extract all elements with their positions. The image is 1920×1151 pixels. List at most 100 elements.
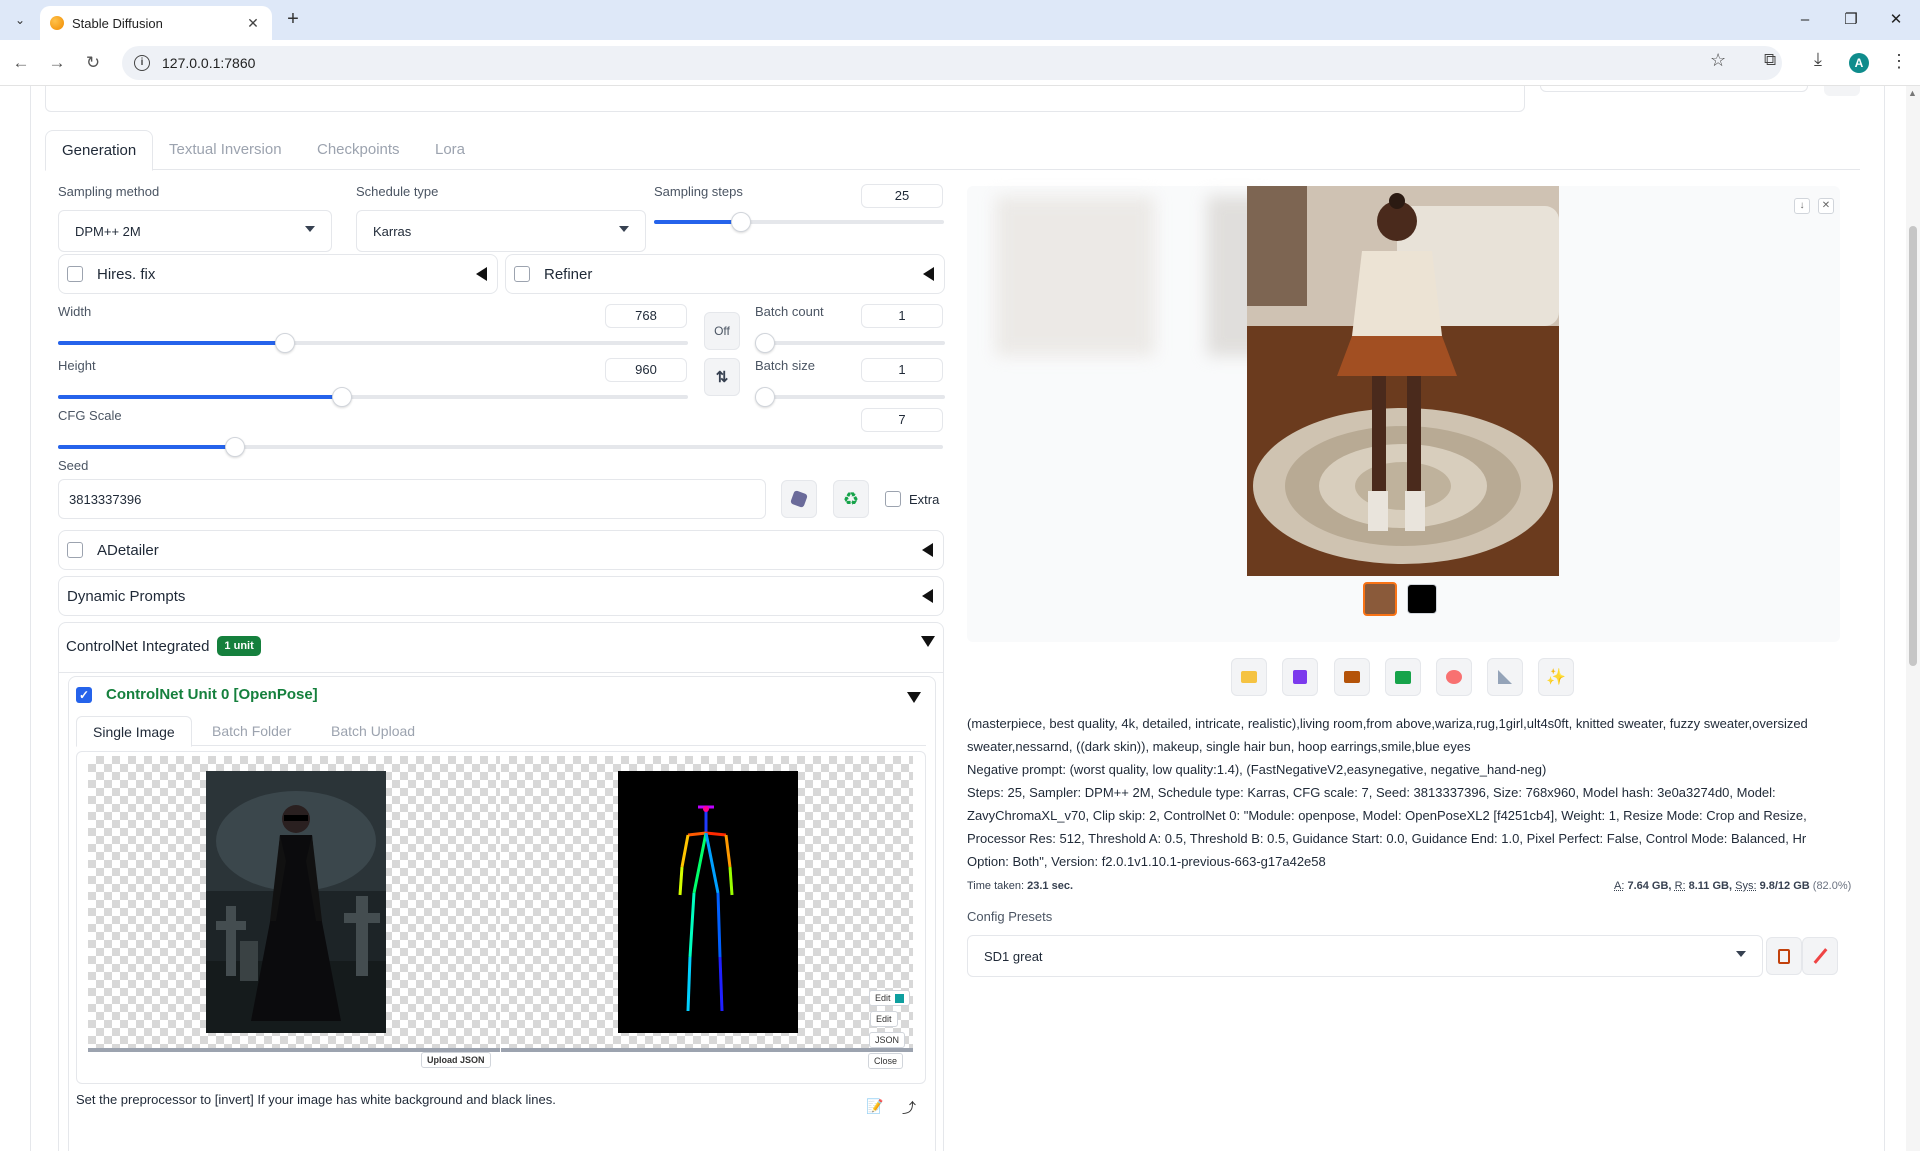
expand-triangle-icon[interactable] bbox=[907, 692, 921, 703]
aspect-ratio-off-button[interactable]: Off bbox=[704, 312, 740, 350]
send-dimensions-icon[interactable]: 📝 bbox=[866, 1098, 883, 1115]
extra-checkbox[interactable] bbox=[885, 491, 901, 507]
swap-dimensions-button[interactable]: ⇅ bbox=[704, 358, 740, 396]
open-folder-button[interactable] bbox=[1231, 658, 1267, 696]
extensions-icon[interactable]: ⧉ bbox=[1764, 50, 1776, 70]
forward-icon[interactable]: → bbox=[44, 50, 70, 76]
info-parameters: Steps: 25, Sampler: DPM++ 2M, Schedule t… bbox=[967, 785, 1807, 869]
pose-preview-canvas[interactable] bbox=[501, 756, 913, 1048]
save-button[interactable] bbox=[1282, 658, 1318, 696]
more-menu-icon[interactable]: ⋮ bbox=[1890, 51, 1908, 72]
slider-thumb[interactable] bbox=[731, 212, 751, 232]
collapse-triangle-icon[interactable] bbox=[476, 267, 487, 281]
edit-pose-button[interactable]: Edit bbox=[869, 990, 911, 1006]
width-slider[interactable] bbox=[58, 333, 688, 353]
generated-image[interactable] bbox=[1247, 186, 1559, 576]
cfg-scale-slider[interactable] bbox=[58, 437, 943, 457]
close-button[interactable]: Close bbox=[868, 1053, 904, 1069]
tab-batch-folder[interactable]: Batch Folder bbox=[212, 716, 291, 746]
tab-generation[interactable]: Generation bbox=[45, 130, 154, 171]
sparkle-button[interactable]: ✨ bbox=[1538, 658, 1574, 696]
zip-button[interactable] bbox=[1334, 658, 1370, 696]
refiner-accordion[interactable]: Refiner bbox=[505, 254, 945, 294]
close-image-icon[interactable]: ✕ bbox=[1818, 198, 1834, 214]
collapse-triangle-icon[interactable] bbox=[923, 267, 934, 281]
address-bar[interactable]: i 127.0.0.1:7860 bbox=[122, 46, 1782, 80]
width-input[interactable]: 768 bbox=[605, 304, 687, 328]
hires-fix-accordion[interactable]: Hires. fix bbox=[58, 254, 498, 294]
seed-input[interactable]: 3813337396 bbox=[58, 479, 766, 519]
restore-icon[interactable]: ❐ bbox=[1836, 8, 1866, 32]
collapse-triangle-icon[interactable] bbox=[922, 589, 933, 603]
flip-icon[interactable]: ⤴ bbox=[902, 1098, 916, 1118]
slider-thumb[interactable] bbox=[225, 437, 245, 457]
controlnet-header[interactable]: ControlNet Integrated 1 unit bbox=[66, 632, 261, 660]
send-to-inpaint-button[interactable] bbox=[1436, 658, 1472, 696]
thumbnail-pose[interactable] bbox=[1407, 584, 1437, 614]
cfg-scale-input[interactable]: 7 bbox=[861, 408, 943, 432]
prompt-textarea[interactable] bbox=[45, 86, 1525, 112]
tab-checkpoints[interactable]: Checkpoints bbox=[301, 130, 416, 170]
reuse-seed-button[interactable]: ♻ bbox=[833, 480, 869, 518]
back-icon[interactable]: ← bbox=[8, 50, 34, 76]
edit-button[interactable]: Edit bbox=[870, 1011, 898, 1027]
upload-json-button[interactable]: Upload JSON bbox=[421, 1052, 491, 1068]
refiner-checkbox[interactable] bbox=[514, 266, 530, 282]
edit-preset-button[interactable] bbox=[1802, 937, 1838, 975]
thumbnail-image[interactable] bbox=[1363, 582, 1397, 616]
send-to-extras-button[interactable] bbox=[1487, 658, 1523, 696]
slider-thumb[interactable] bbox=[274, 333, 295, 353]
bookmark-star-icon[interactable]: ☆ bbox=[1710, 50, 1726, 71]
sampling-steps-input[interactable]: 25 bbox=[861, 184, 943, 208]
input-image-canvas[interactable] bbox=[88, 756, 500, 1048]
close-tab-icon[interactable]: ✕ bbox=[244, 15, 262, 32]
close-window-icon[interactable]: ✕ bbox=[1881, 8, 1911, 32]
download-image-icon[interactable]: ↓ bbox=[1794, 198, 1810, 214]
site-info-icon[interactable]: i bbox=[134, 55, 150, 71]
json-button[interactable]: JSON bbox=[869, 1032, 906, 1048]
url-text[interactable]: 127.0.0.1:7860 bbox=[162, 55, 255, 71]
adetailer-accordion[interactable]: ADetailer bbox=[58, 530, 944, 570]
dynamic-prompts-accordion[interactable]: Dynamic Prompts bbox=[58, 576, 944, 616]
send-to-img2img-button[interactable] bbox=[1385, 658, 1421, 696]
adetailer-checkbox[interactable] bbox=[67, 542, 83, 558]
batch-count-slider[interactable] bbox=[755, 333, 945, 353]
tab-lora[interactable]: Lora bbox=[419, 130, 481, 170]
config-presets-dropdown[interactable]: SD1 great bbox=[967, 935, 1763, 977]
expand-triangle-icon[interactable] bbox=[921, 636, 935, 647]
dice-icon bbox=[790, 490, 808, 508]
clipboard-button[interactable] bbox=[1766, 937, 1802, 975]
extra-seed-option[interactable]: Extra bbox=[885, 491, 939, 507]
slider-thumb[interactable] bbox=[755, 333, 775, 353]
sampling-steps-slider[interactable] bbox=[654, 212, 944, 232]
schedule-type-dropdown[interactable]: Karras bbox=[356, 210, 646, 252]
collapse-triangle-icon[interactable] bbox=[922, 543, 933, 557]
browser-tab-active[interactable]: Stable Diffusion ✕ bbox=[40, 6, 272, 40]
batch-count-input[interactable]: 1 bbox=[861, 304, 943, 328]
profile-avatar[interactable]: A bbox=[1849, 53, 1869, 73]
seed-value: 3813337396 bbox=[69, 491, 142, 507]
new-tab-button[interactable]: + bbox=[282, 9, 304, 31]
tab-textual-inversion[interactable]: Textual Inversion bbox=[153, 130, 298, 170]
hires-fix-checkbox[interactable] bbox=[67, 266, 83, 282]
reload-icon[interactable]: ↻ bbox=[80, 50, 106, 76]
unit-enabled-checkbox[interactable]: ✓ bbox=[76, 686, 92, 703]
tab-batch-upload[interactable]: Batch Upload bbox=[331, 716, 415, 746]
scroll-up-icon[interactable]: ▲ bbox=[1908, 88, 1917, 98]
height-slider[interactable] bbox=[58, 387, 688, 407]
slider-thumb[interactable] bbox=[331, 387, 352, 407]
tab-single-image[interactable]: Single Image bbox=[76, 716, 192, 747]
tab-list-button[interactable]: ⌄ bbox=[8, 8, 32, 32]
batch-size-input[interactable]: 1 bbox=[861, 358, 943, 382]
styles-dropdown[interactable] bbox=[1540, 86, 1808, 92]
batch-size-slider[interactable] bbox=[755, 387, 945, 407]
page-scrollbar-thumb[interactable] bbox=[1909, 226, 1917, 666]
controlnet-unit-header[interactable]: ✓ ControlNet Unit 0 [OpenPose] bbox=[76, 686, 318, 703]
minimize-icon[interactable]: – bbox=[1790, 8, 1820, 32]
sampling-method-dropdown[interactable]: DPM++ 2M bbox=[58, 210, 332, 252]
slider-thumb[interactable] bbox=[755, 387, 775, 407]
height-input[interactable]: 960 bbox=[605, 358, 687, 382]
random-seed-button[interactable] bbox=[781, 480, 817, 518]
download-icon[interactable]: ⤓ bbox=[1814, 49, 1822, 70]
style-tool-button[interactable] bbox=[1824, 86, 1860, 96]
